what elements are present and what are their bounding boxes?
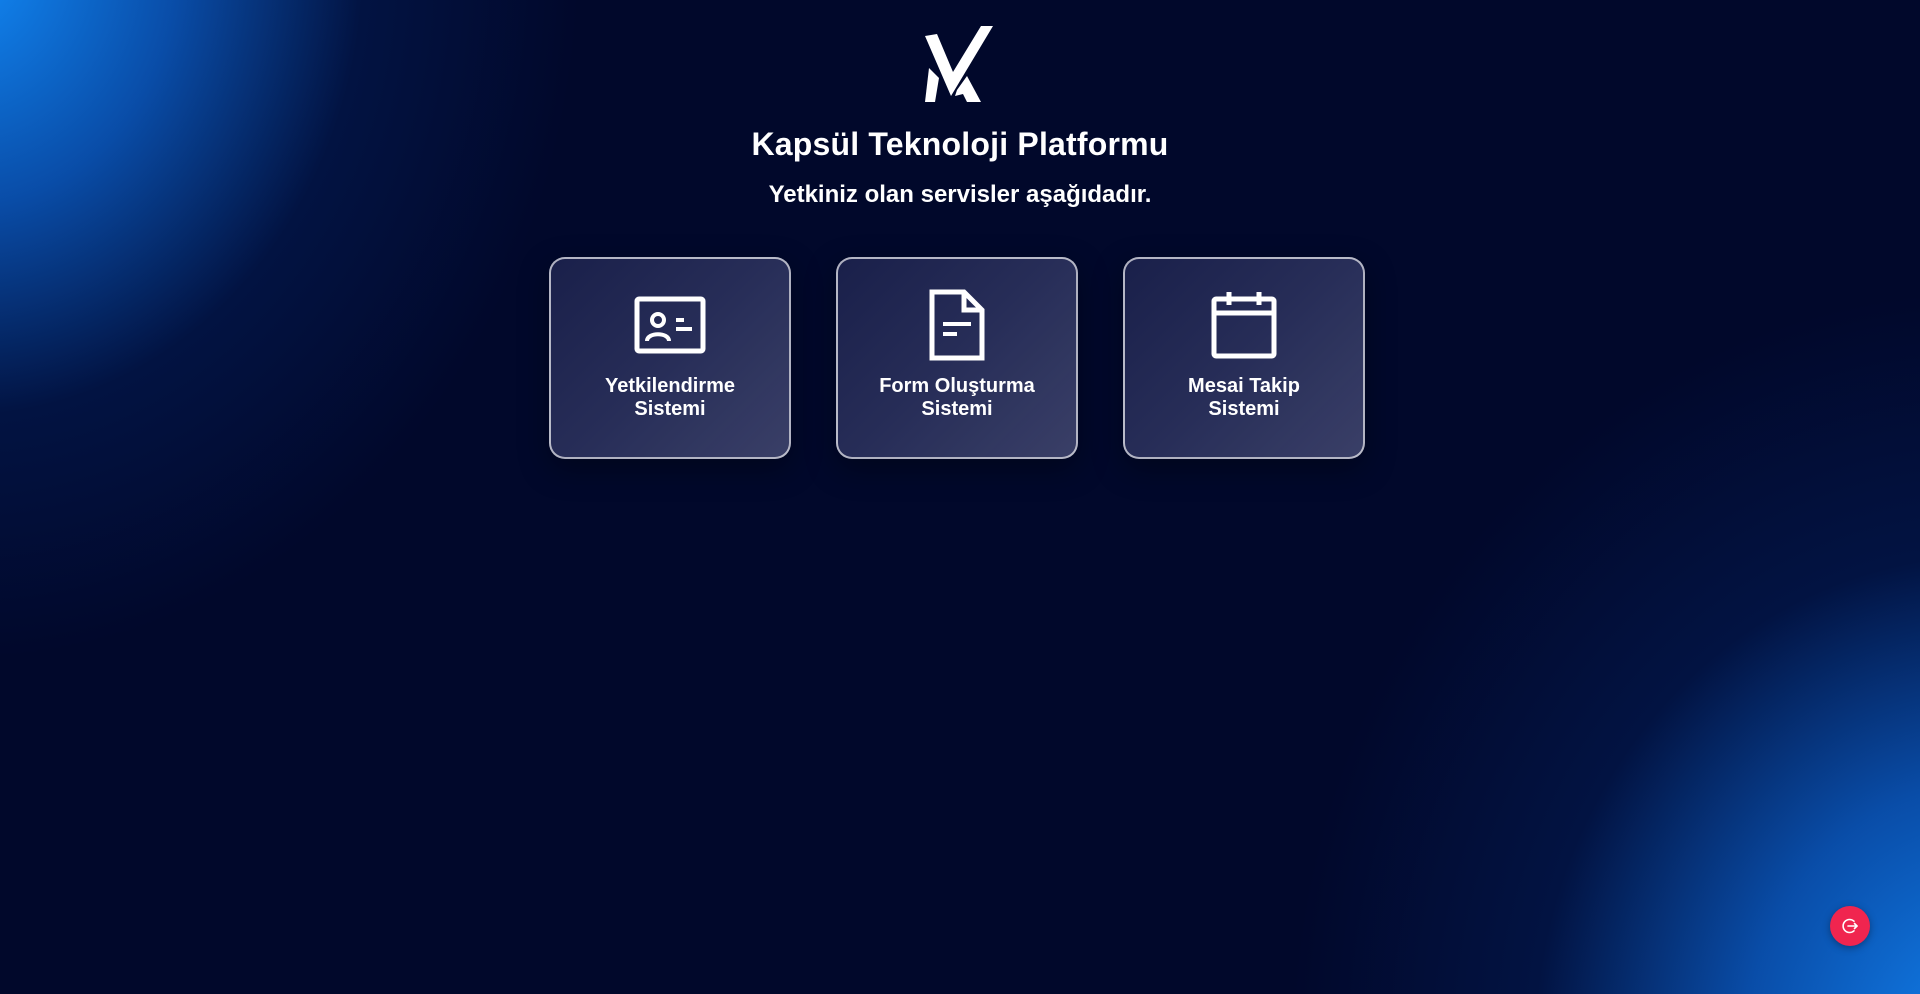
service-card-label: Yetkilendirme Sistemi <box>604 375 736 420</box>
services-page: Kapsül Teknoloji Platformu Yetkiniz olan… <box>0 0 1920 994</box>
document-icon <box>921 289 993 361</box>
service-card-label: Mesai Takip Sistemi <box>1188 375 1300 420</box>
logout-button[interactable] <box>1830 906 1870 946</box>
service-card-label: Form Oluşturma Sistemi <box>879 375 1035 420</box>
kapsul-k-logo-icon <box>925 26 993 102</box>
page-subtitle: Yetkiniz olan servisler aşağıdadır. <box>768 181 1152 208</box>
calendar-icon <box>1208 289 1280 361</box>
service-cards: Yetkilendirme Sistemi Form Oluşturma Sis… <box>549 257 1365 459</box>
logout-icon <box>1842 918 1858 934</box>
service-card-mesai-takip[interactable]: Mesai Takip Sistemi <box>1123 257 1365 459</box>
service-card-yetkilendirme[interactable]: Yetkilendirme Sistemi <box>549 257 791 459</box>
service-card-form-olusturma[interactable]: Form Oluşturma Sistemi <box>836 257 1078 459</box>
page-title: Kapsül Teknoloji Platformu <box>751 126 1169 162</box>
id-card-icon <box>634 289 706 361</box>
